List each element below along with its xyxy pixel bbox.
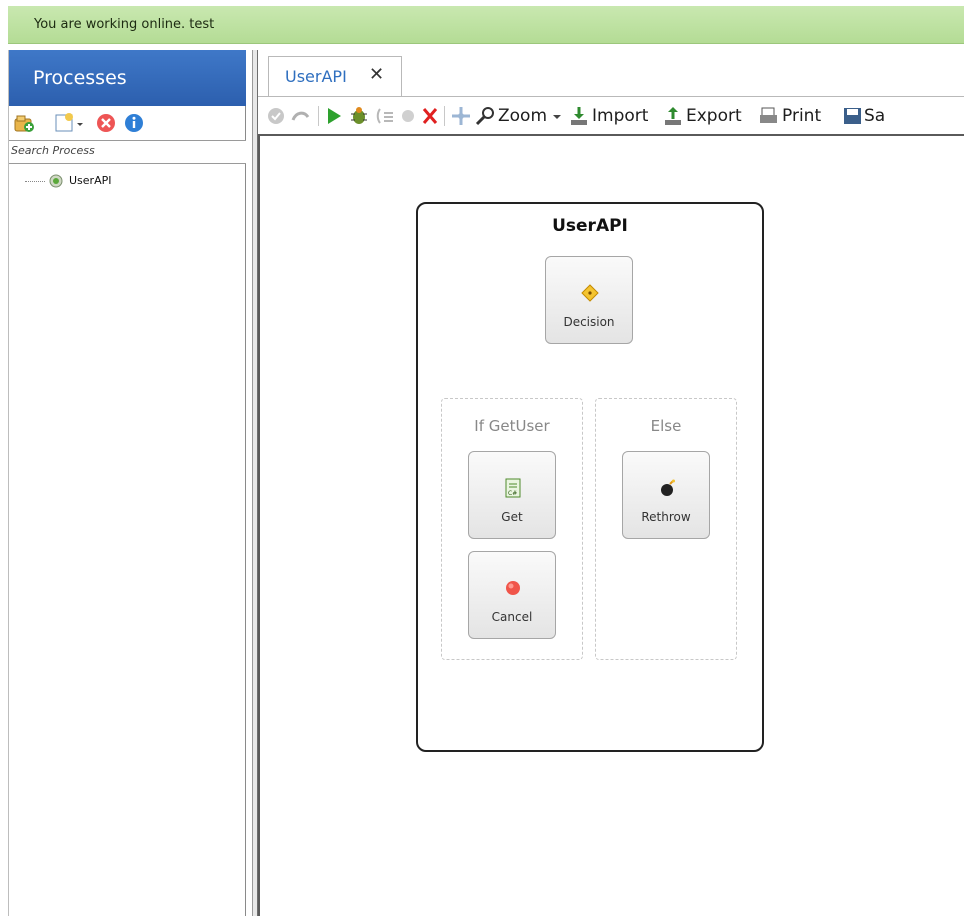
branch-label: If GetUser xyxy=(474,417,550,435)
panel-header: Processes xyxy=(9,50,246,106)
validate-icon[interactable] xyxy=(266,105,286,127)
workflow-title: UserAPI xyxy=(552,216,628,236)
decision-activity[interactable]: Decision xyxy=(545,256,633,344)
print-button[interactable]: Print xyxy=(782,106,821,126)
export-button[interactable]: Export xyxy=(686,106,742,126)
print-icon[interactable] xyxy=(758,105,780,127)
close-icon[interactable]: ✕ xyxy=(369,64,384,85)
decision-diamond-icon xyxy=(580,283,600,303)
panel-title: Processes xyxy=(33,67,127,89)
cancel-activity[interactable]: Cancel xyxy=(468,551,556,639)
bomb-icon xyxy=(657,478,677,498)
activity-label: Get xyxy=(501,510,523,524)
zoom-icon[interactable] xyxy=(474,105,496,127)
status-text: You are working online. test xyxy=(34,17,215,32)
step-icon[interactable] xyxy=(374,105,396,127)
add-process-icon[interactable] xyxy=(13,112,35,134)
zoom-button[interactable]: Zoom xyxy=(498,106,547,126)
branch-label: Else xyxy=(650,417,682,435)
stop-circle-icon xyxy=(503,578,523,598)
csharp-script-icon: C# xyxy=(503,478,523,498)
tree-item-label: UserAPI xyxy=(69,174,112,187)
move-icon[interactable] xyxy=(450,105,472,127)
processes-panel: Processes Search Process UserAPI xyxy=(8,50,246,916)
toolbar-separator xyxy=(318,106,319,126)
chevron-down-icon[interactable] xyxy=(552,105,562,127)
tab-label: UserAPI xyxy=(285,67,347,86)
import-button[interactable]: Import xyxy=(592,106,648,126)
undo-icon[interactable] xyxy=(290,105,312,127)
tab-userapi[interactable]: UserAPI ✕ xyxy=(268,56,402,96)
activity-label: Decision xyxy=(563,315,615,329)
save-icon[interactable] xyxy=(842,105,864,127)
editor-toolbar: Zoom Import Export Print Sa xyxy=(258,96,964,134)
svg-text:C#: C# xyxy=(508,490,517,497)
import-icon[interactable] xyxy=(568,105,590,127)
panel-toolbar xyxy=(9,108,246,138)
info-icon[interactable] xyxy=(123,112,145,134)
get-activity[interactable]: C# Get xyxy=(468,451,556,539)
rethrow-activity[interactable]: Rethrow xyxy=(622,451,710,539)
activity-label: Cancel xyxy=(491,610,533,624)
debug-bug-icon[interactable] xyxy=(348,105,370,127)
delete-icon[interactable] xyxy=(95,112,117,134)
search-input[interactable]: Search Process xyxy=(9,140,246,164)
process-gear-icon xyxy=(47,172,65,190)
activity-label: Rethrow xyxy=(641,510,691,524)
export-icon[interactable] xyxy=(662,105,684,127)
cancel-x-icon[interactable] xyxy=(420,105,440,127)
tree-connector xyxy=(25,181,45,182)
stop-icon[interactable] xyxy=(398,105,418,127)
save-button[interactable]: Sa xyxy=(864,106,885,126)
run-icon[interactable] xyxy=(324,105,344,127)
new-document-icon[interactable] xyxy=(55,112,83,134)
status-bar: You are working online. test xyxy=(8,6,964,44)
toolbar-separator xyxy=(444,106,445,126)
